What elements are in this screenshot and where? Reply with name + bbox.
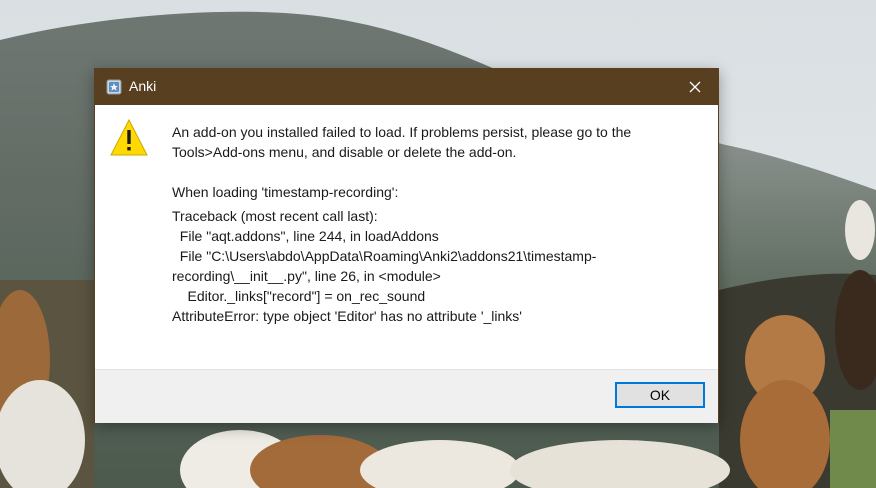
dialog-content: An add-on you installed failed to load. …: [95, 105, 718, 369]
traceback-line: File "C:\Users\abdo\AppData\Roaming\Anki…: [172, 248, 597, 264]
error-dialog: Anki An add-on you installed failed to l…: [94, 68, 719, 423]
traceback-line: File "aqt.addons", line 244, in loadAddo…: [172, 228, 439, 244]
traceback-line: recording\__init__.py", line 26, in <mod…: [172, 268, 441, 284]
traceback: Traceback (most recent call last): File …: [172, 206, 692, 326]
dialog-button-bar: OK: [95, 369, 718, 423]
error-summary: An add-on you installed failed to load. …: [172, 122, 692, 162]
ok-button[interactable]: OK: [615, 382, 705, 408]
anki-star-icon: [106, 79, 122, 95]
dialog-title: Anki: [129, 78, 157, 94]
dialog-titlebar[interactable]: Anki: [95, 69, 718, 105]
traceback-line: AttributeError: type object 'Editor' has…: [172, 308, 522, 324]
close-button[interactable]: [672, 69, 718, 105]
warning-icon: [110, 118, 148, 156]
traceback-line: Traceback (most recent call last):: [172, 208, 378, 224]
dialog-message: An add-on you installed failed to load. …: [172, 122, 692, 326]
error-summary-line-1: An add-on you installed failed to load. …: [172, 124, 632, 140]
error-summary-line-2: Tools>Add-ons menu, and disable or delet…: [172, 144, 517, 160]
loading-addon-label: When loading 'timestamp-recording':: [172, 184, 399, 200]
close-icon: [689, 81, 701, 93]
traceback-line: Editor._links["record"] = on_rec_sound: [172, 288, 426, 304]
